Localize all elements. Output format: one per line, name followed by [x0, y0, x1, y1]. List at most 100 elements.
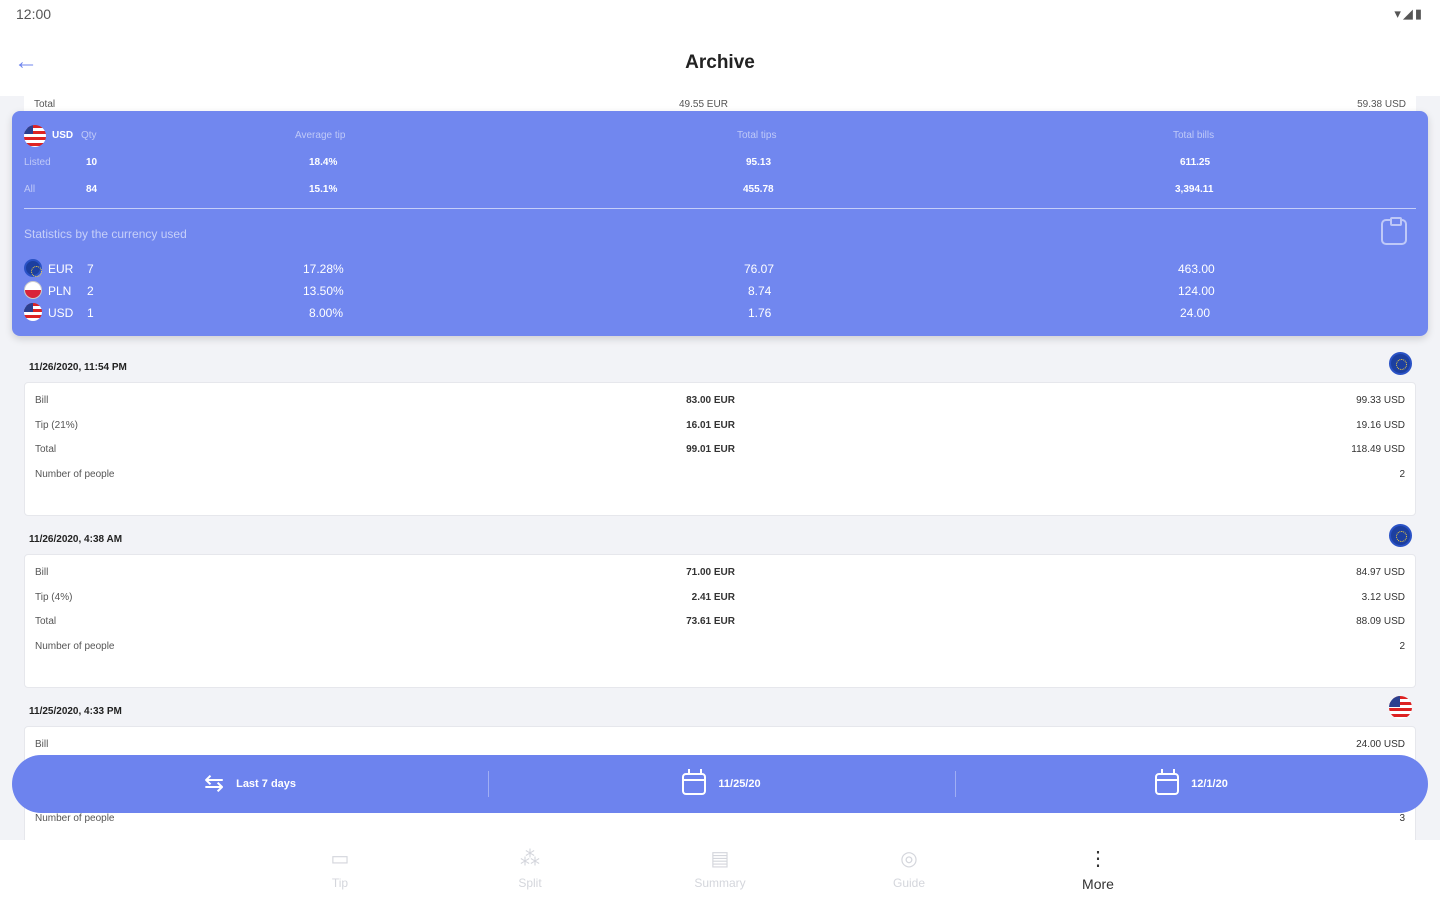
people-row: Number of people 2 [25, 641, 1415, 657]
stats-header-qty: Qty [81, 130, 97, 141]
currency-total-bills: 24.00 [1180, 306, 1211, 320]
statistics-panel[interactable]: USD Qty Average tip Total tips Total bil… [12, 111, 1428, 336]
stats-currency: USD [52, 130, 74, 141]
row-label: Total [35, 444, 57, 455]
row-label: Number of people [35, 469, 115, 480]
people-row: Number of people 3 [25, 813, 1415, 829]
row-right-value: 2 [1399, 641, 1405, 652]
us-flag-icon [24, 303, 42, 321]
total-row: Total 99.01 EUR 118.49 USD [25, 444, 1415, 460]
nav-label: Tip [331, 876, 349, 890]
nav-guide[interactable]: ◎ Guide [849, 846, 969, 896]
currency-average-tip: 13.50% [303, 284, 344, 298]
money-icon: ▭ [330, 848, 350, 870]
entry-date: 11/26/2020, 4:38 AM [29, 534, 123, 545]
row-right-value: 99.33 USD [1356, 395, 1405, 406]
currency-average-tip: 17.28% [303, 262, 344, 276]
currency-code: USD [48, 306, 74, 320]
nav-label: Split [518, 876, 542, 890]
currency-total-bills: 124.00 [1178, 284, 1215, 298]
currency-total-tips: 76.07 [744, 262, 775, 276]
archive-entry-card[interactable]: Bill 83.00 EUR 99.33 USD Tip (21%) 16.01… [24, 382, 1416, 516]
row-right-value: 118.49 USD [1351, 444, 1405, 455]
bill-row: Bill 24.00 USD [25, 739, 1415, 755]
status-icons: ▾◢▮ [1394, 6, 1424, 21]
stats-row-total-bills: 611.25 [1180, 157, 1211, 168]
row-label: Tip (4%) [35, 592, 73, 603]
people-row: Number of people 2 [25, 469, 1415, 485]
entry-date: 11/25/2020, 4:33 PM [29, 706, 122, 717]
row-right-value: 24.00 USD [1356, 739, 1405, 750]
receipt-icon: ▤ [710, 848, 730, 870]
currency-qty: 7 [87, 262, 94, 276]
stats-divider [24, 208, 1416, 209]
status-bar: 12:00 ▾◢▮ [0, 0, 1440, 30]
row-mid-value: 99.01 EUR [686, 444, 735, 455]
row-right-value: 84.97 USD [1356, 567, 1405, 578]
row-right-value: 3.12 USD [1361, 592, 1405, 603]
tip-row: Tip (4%) 2.41 EUR 3.12 USD [25, 592, 1415, 608]
clipboard-icon[interactable] [1381, 217, 1407, 245]
nav-label: Guide [892, 876, 926, 890]
archive-entry-card[interactable]: Bill 71.00 EUR 84.97 USD Tip (4%) 2.41 E… [24, 554, 1416, 688]
eu-flag-icon [1389, 352, 1412, 375]
stats-row-total-bills: 3,394.11 [1175, 184, 1214, 195]
row-mid-value: 83.00 EUR [686, 395, 735, 406]
app-bar: ← Archive [0, 30, 1440, 96]
currency-qty: 1 [87, 306, 94, 320]
row-mid-value: 49.55 EUR [679, 99, 728, 110]
nav-label: Summary [694, 876, 746, 890]
stats-header-total-bills: Total bills [1173, 130, 1215, 141]
row-mid-value: 16.01 EUR [686, 420, 735, 431]
nav-more[interactable]: ⋮ More [1038, 846, 1158, 896]
row-label: Bill [35, 567, 49, 578]
currency-qty: 2 [87, 284, 94, 298]
start-date-button[interactable]: 11/25/20 [488, 755, 955, 813]
tip-row: Tip (21%) 16.01 EUR 19.16 USD [25, 420, 1415, 436]
range-label: Last 7 days [236, 778, 297, 790]
entry-date: 11/26/2020, 11:54 PM [29, 362, 127, 373]
status-time: 12:00 [16, 6, 52, 22]
start-date-label: 11/25/20 [718, 778, 761, 790]
total-row: Total 73.61 EUR 88.09 USD [25, 616, 1415, 632]
stats-row-total-tips: 455.78 [743, 184, 774, 195]
compass-icon: ◎ [900, 848, 918, 870]
currency-code: PLN [48, 284, 72, 298]
row-label: Number of people [35, 813, 115, 824]
end-date-label: 12/1/20 [1191, 778, 1228, 790]
page-title: Archive [685, 52, 755, 73]
us-flag-icon [1389, 696, 1412, 719]
people-icon: ⁂ [520, 848, 540, 870]
end-date-button[interactable]: 12/1/20 [955, 755, 1428, 813]
us-flag-icon [24, 125, 46, 147]
stats-subtitle: Statistics by the currency used [24, 227, 187, 241]
stats-row-average-tip: 15.1% [309, 184, 338, 195]
row-mid-value: 2.41 EUR [691, 592, 735, 603]
row-right-value: 19.16 USD [1356, 420, 1405, 431]
row-mid-value: 73.61 EUR [686, 616, 735, 627]
stats-row-average-tip: 18.4% [309, 157, 338, 168]
row-right-value: 88.09 USD [1356, 616, 1405, 627]
row-label: Number of people [35, 641, 115, 652]
eu-flag-icon [1389, 524, 1412, 547]
row-mid-value: 71.00 EUR [686, 567, 735, 578]
currency-code: EUR [48, 262, 74, 276]
more-vertical-icon: ⋮ [1088, 848, 1108, 870]
bottom-navigation: ▭ Tip ⁂ Split ▤ Summary ◎ Guide ⋮ More [0, 840, 1440, 900]
row-right-value: 2 [1399, 469, 1405, 480]
row-right-value: 59.38 USD [1357, 99, 1406, 110]
currency-total-bills: 463.00 [1178, 262, 1215, 276]
nav-tip[interactable]: ▭ Tip [280, 846, 400, 896]
row-label: Bill [35, 395, 49, 406]
stats-header-total-tips: Total tips [737, 130, 777, 141]
row-right-value: 3 [1399, 813, 1405, 824]
row-label: Tip (21%) [35, 420, 78, 431]
nav-label: More [1082, 876, 1114, 892]
bill-row: Bill 71.00 EUR 84.97 USD [25, 567, 1415, 583]
previous-entry-total-row: Total 49.55 EUR 59.38 USD [24, 96, 1416, 112]
calendar-icon [682, 769, 707, 795]
nav-split[interactable]: ⁂ Split [470, 846, 590, 896]
date-filter-bar: ⇆ Last 7 days 11/25/20 12/1/20 [12, 755, 1428, 813]
range-button[interactable]: ⇆ Last 7 days [12, 755, 488, 813]
nav-summary[interactable]: ▤ Summary [660, 846, 780, 896]
